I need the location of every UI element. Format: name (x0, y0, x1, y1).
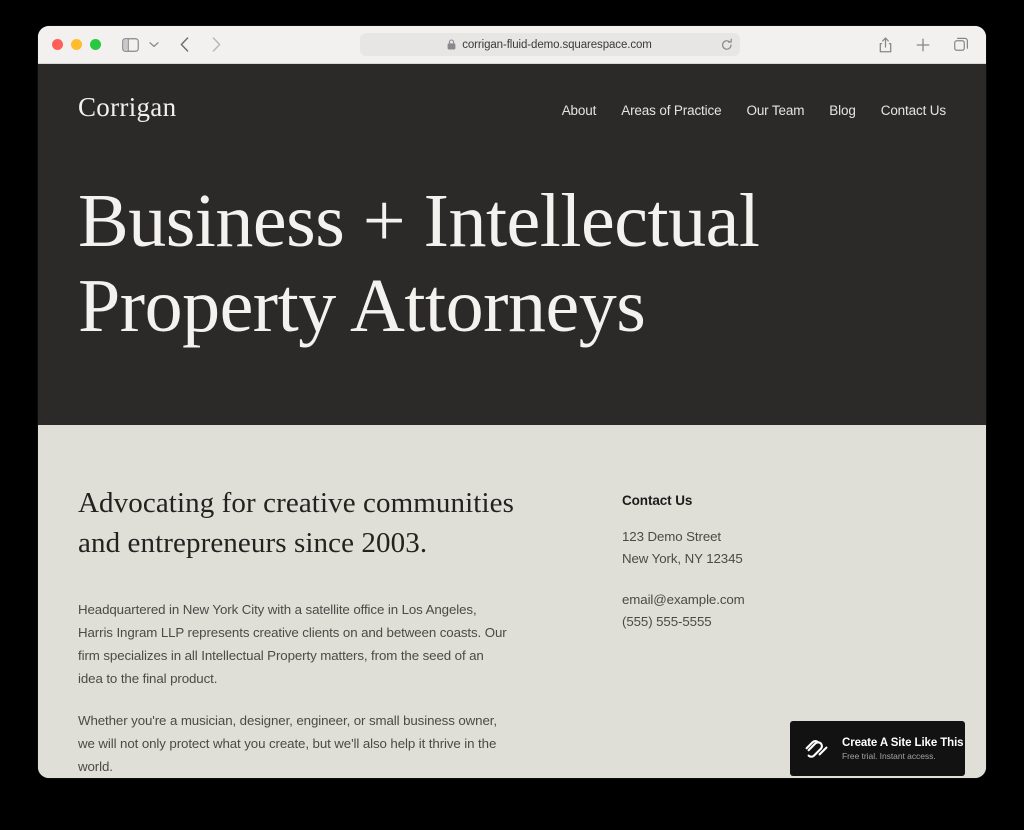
nav-item-blog[interactable]: Blog (829, 103, 856, 118)
browser-toolbar: corrigan-fluid-demo.squarespace.com (38, 26, 986, 64)
zoom-window-button[interactable] (90, 39, 101, 50)
address-bar[interactable]: corrigan-fluid-demo.squarespace.com (359, 33, 740, 56)
contact-address-line-2: New York, NY 12345 (622, 551, 743, 567)
minimize-window-button[interactable] (71, 39, 82, 50)
lede-line-1: Advocating for creative (78, 487, 356, 519)
reload-icon[interactable] (721, 38, 733, 51)
site-navigation: About Areas of Practice Our Team Blog Co… (562, 97, 946, 118)
nav-item-areas-of-practice[interactable]: Areas of Practice (621, 103, 721, 118)
hero-section: Corrigan About Areas of Practice Our Tea… (38, 64, 986, 425)
lock-icon (447, 39, 456, 50)
chevron-down-icon[interactable] (143, 34, 165, 56)
address-bar-container: corrigan-fluid-demo.squarespace.com (235, 33, 864, 56)
hero-title-line-1: Business + Intellectual (78, 179, 760, 263)
squarespace-promo-text: Create A Site Like This Free trial. Inst… (842, 736, 964, 761)
contact-email[interactable]: email@example.com (622, 589, 745, 611)
lede-line-3: since 2003. (293, 527, 428, 560)
site-logo[interactable]: Corrigan (78, 94, 176, 121)
nav-item-contact-us[interactable]: Contact Us (881, 103, 946, 118)
back-icon[interactable] (173, 34, 195, 56)
contact-phone[interactable]: (555) 555-5555 (622, 611, 745, 633)
contact-heading: Contact Us (622, 493, 693, 508)
sidebar-controls (119, 34, 165, 56)
close-window-button[interactable] (52, 39, 63, 50)
content-left-column: Advocating for creative communities and … (78, 483, 548, 778)
squarespace-logo-icon (803, 738, 830, 759)
body-paragraph-1: Headquartered in New York City with a sa… (78, 602, 507, 686)
contact-details-block: email@example.com (555) 555-5555 (622, 589, 745, 634)
nav-item-our-team[interactable]: Our Team (746, 103, 804, 118)
navigation-controls (173, 34, 227, 56)
sidebar-toggle-icon[interactable] (119, 34, 141, 56)
forward-icon[interactable] (205, 34, 227, 56)
new-tab-icon[interactable] (912, 34, 934, 56)
address-bar-url: corrigan-fluid-demo.squarespace.com (462, 38, 652, 51)
squarespace-promo-subtitle: Free trial. Instant access. (842, 750, 936, 761)
hero-title-line-2: Property Attorneys (78, 264, 646, 349)
body-paragraph-2: Whether you're a musician, designer, eng… (78, 713, 497, 775)
squarespace-promo-title: Create A Site Like This (842, 736, 964, 749)
squarespace-promo-badge[interactable]: Create A Site Like This Free trial. Inst… (790, 721, 965, 776)
tab-overview-icon[interactable] (950, 34, 972, 56)
share-icon[interactable] (874, 34, 896, 56)
contact-column: Contact Us 123 Demo Street New York, NY … (548, 483, 745, 778)
hero-title: Business + Intellectual Property Attorne… (38, 121, 986, 349)
browser-window: corrigan-fluid-demo.squarespace.com Corr… (38, 26, 986, 778)
nav-item-about[interactable]: About (562, 103, 597, 118)
toolbar-right-controls (874, 34, 972, 56)
page-viewport: Corrigan About Areas of Practice Our Tea… (38, 64, 986, 778)
contact-address-block: 123 Demo Street New York, NY 12345 (622, 526, 745, 571)
lede-heading: Advocating for creative communities and … (78, 483, 548, 563)
window-controls (52, 39, 101, 50)
site-header: Corrigan About Areas of Practice Our Tea… (38, 64, 986, 121)
contact-address-line-1: 123 Demo Street (622, 529, 722, 544)
